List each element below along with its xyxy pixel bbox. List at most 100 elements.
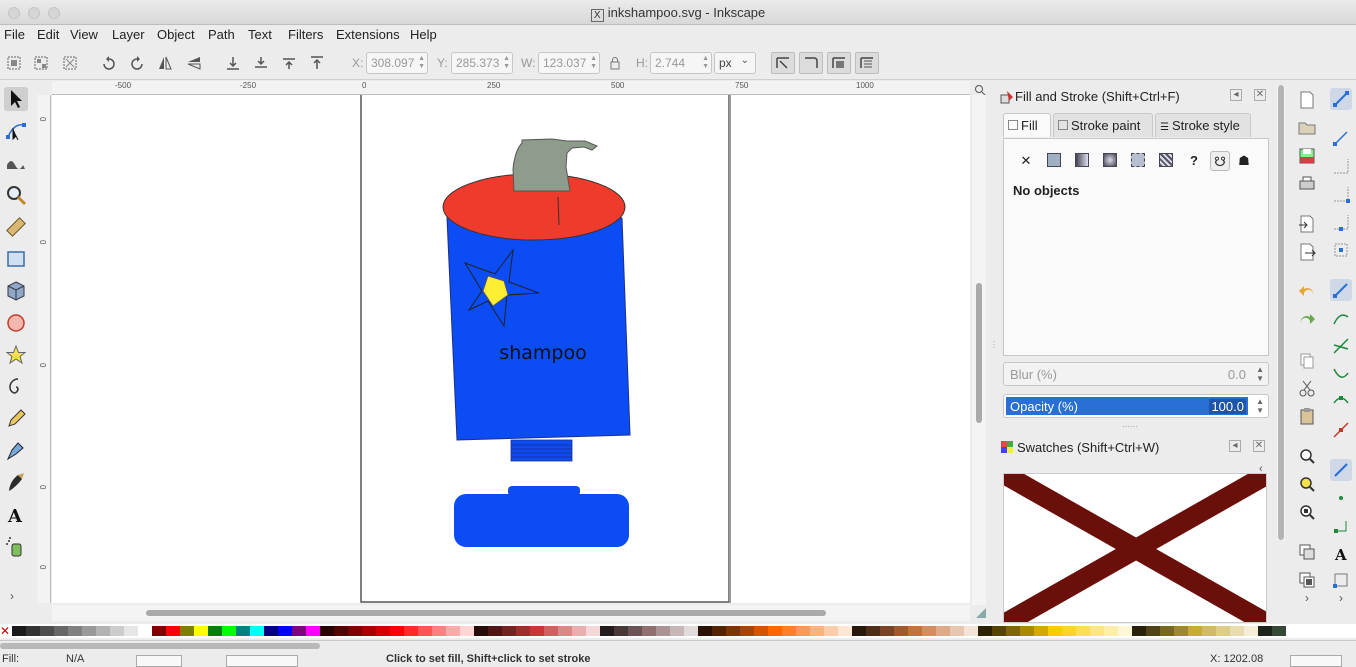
palette-swatch[interactable] [334, 626, 348, 636]
palette-swatch[interactable] [1202, 626, 1216, 636]
menu-extensions[interactable]: Extensions [336, 27, 400, 42]
palette-swatch[interactable] [264, 626, 278, 636]
vertical-scrollbar[interactable] [972, 95, 986, 605]
snap-smooth-nodes-icon[interactable] [1330, 391, 1352, 413]
swatches-iconify-button[interactable]: ◂ [1229, 440, 1241, 452]
fill-rule-evenodd-icon[interactable]: ☋ [1210, 151, 1230, 171]
flip-vertical-icon[interactable] [186, 55, 202, 71]
canvas-svg[interactable]: shampoo [52, 95, 970, 603]
palette-swatch[interactable] [404, 626, 418, 636]
palette-swatch[interactable] [600, 626, 614, 636]
commands-more-chevron-icon[interactable]: › [1296, 591, 1318, 613]
none-icon[interactable]: ✕ [1016, 151, 1036, 171]
palette-swatch[interactable] [964, 626, 978, 636]
zoom-drawing-icon[interactable] [1296, 473, 1318, 495]
palette-swatch[interactable] [96, 626, 110, 636]
palette-swatch[interactable] [124, 626, 138, 636]
spiral-tool[interactable] [4, 375, 28, 399]
swatches-close-button[interactable]: ✕ [1253, 440, 1265, 452]
cut-icon[interactable] [1296, 377, 1318, 399]
bottle-neck[interactable] [510, 439, 573, 462]
snap-paths-icon[interactable] [1330, 307, 1352, 329]
save-icon[interactable] [1296, 145, 1318, 167]
palette-swatch[interactable] [516, 626, 530, 636]
panel-iconify-button[interactable]: ◂ [1230, 89, 1242, 101]
select-all-layers-icon[interactable] [33, 55, 49, 71]
snap-bbox-icon[interactable] [1330, 127, 1352, 149]
palette-swatch[interactable] [222, 626, 236, 636]
menu-text[interactable]: Text [248, 27, 272, 42]
export-icon[interactable] [1296, 241, 1318, 263]
palette-swatch[interactable] [1272, 626, 1286, 636]
zoom-selection-icon[interactable] [1296, 445, 1318, 467]
palette-swatch[interactable] [460, 626, 474, 636]
palette-swatch[interactable] [698, 626, 712, 636]
measure-tool[interactable] [4, 215, 28, 239]
palette-swatch[interactable] [1230, 626, 1244, 636]
palette-swatch[interactable] [1160, 626, 1174, 636]
snap-text-baseline-icon[interactable]: A [1330, 543, 1352, 565]
new-document-icon[interactable] [1296, 89, 1318, 111]
rectangle-tool[interactable] [4, 247, 28, 271]
bottle-base[interactable] [454, 494, 629, 547]
palette-swatch[interactable] [1020, 626, 1034, 636]
menu-path[interactable]: Path [208, 27, 235, 42]
import-icon[interactable] [1296, 213, 1318, 235]
palette-swatch[interactable] [712, 626, 726, 636]
ellipse-tool[interactable] [4, 311, 28, 335]
menu-file[interactable]: File [4, 27, 25, 42]
snap-more-chevron-icon[interactable]: › [1330, 591, 1352, 613]
selector-tool[interactable] [4, 87, 28, 111]
opacity-field[interactable]: Opacity (%) 100.0 ▲ ▼ [1003, 394, 1269, 418]
palette-swatch[interactable] [82, 626, 96, 636]
snap-enable-icon[interactable] [1330, 88, 1352, 110]
palette-swatch[interactable] [586, 626, 600, 636]
move-patterns-toggle[interactable] [855, 52, 879, 74]
paste-icon[interactable] [1296, 405, 1318, 427]
snap-bbox-midpoints-icon[interactable] [1330, 211, 1352, 233]
layer-selector[interactable] [226, 655, 298, 667]
palette-swatch[interactable] [1034, 626, 1048, 636]
opacity-status-spinner[interactable] [136, 655, 182, 667]
redo-icon[interactable] [1296, 309, 1318, 331]
palette-swatch[interactable] [348, 626, 362, 636]
palette-swatch[interactable] [740, 626, 754, 636]
palette-swatch[interactable] [810, 626, 824, 636]
y-spinner[interactable]: ▲ ▼ [503, 55, 510, 71]
palette-swatch[interactable] [754, 626, 768, 636]
palette-swatch[interactable] [936, 626, 950, 636]
linear-gradient-icon[interactable] [1072, 151, 1092, 171]
palette-swatch[interactable] [992, 626, 1006, 636]
palette-swatch[interactable] [628, 626, 642, 636]
palette-swatch[interactable] [922, 626, 936, 636]
palette-swatch[interactable] [768, 626, 782, 636]
palette-scrollbar[interactable] [0, 643, 320, 649]
palette-swatch[interactable] [1132, 626, 1146, 636]
panel-scroll-thumb[interactable] [1278, 85, 1284, 540]
palette-swatch[interactable] [1090, 626, 1104, 636]
text-tool[interactable]: A [4, 503, 28, 527]
bottle-label-text[interactable]: shampoo [499, 342, 586, 364]
palette-swatch[interactable] [1244, 626, 1258, 636]
rotate-cw-icon[interactable] [129, 55, 145, 71]
palette-swatch[interactable] [1118, 626, 1132, 636]
snap-others-icon[interactable] [1330, 459, 1352, 481]
fill-rule-nonzero-icon[interactable]: ☗ [1234, 151, 1254, 171]
unit-select[interactable]: px ⌄ [714, 52, 756, 74]
palette-swatch[interactable] [292, 626, 306, 636]
palette-swatch[interactable] [530, 626, 544, 636]
snap-bbox-corners-icon[interactable] [1330, 183, 1352, 205]
y-field[interactable]: 285.373 ▲ ▼ [451, 52, 513, 74]
palette-swatch[interactable] [838, 626, 852, 636]
palette-swatch[interactable] [306, 626, 320, 636]
palette-swatch[interactable] [320, 626, 334, 636]
pattern-icon[interactable] [1156, 151, 1176, 171]
palette-swatch[interactable] [278, 626, 292, 636]
menu-layer[interactable]: Layer [112, 27, 145, 42]
palette-swatch[interactable] [852, 626, 866, 636]
palette-swatch[interactable] [1048, 626, 1062, 636]
toolbox-more-chevron-icon[interactable]: › [10, 589, 14, 603]
palette-swatch[interactable] [1062, 626, 1076, 636]
menu-view[interactable]: View [70, 27, 98, 42]
clone-icon[interactable] [1296, 569, 1318, 591]
